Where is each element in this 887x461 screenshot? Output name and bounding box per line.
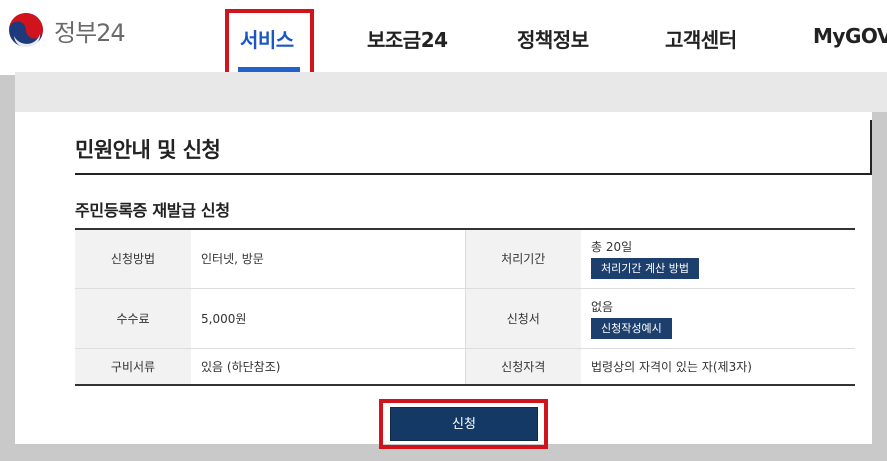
processing-period-calc-button[interactable]: 처리기간 계산 방법 (591, 258, 699, 280)
service-info-table: 신청방법 인터넷, 방문 처리기간 총 20일 처리기간 계산 방법 수수료 5… (75, 228, 855, 386)
sub-navigation-bar (15, 72, 887, 112)
page-title: 민원안내 및 신청 (75, 138, 221, 162)
table-cell: 인터넷, 방문 (191, 229, 465, 289)
content-panel: 민원안내 및 신청 주민등록증 재발급 신청 신청방법 인터넷, 방문 처리기간… (15, 112, 872, 449)
table-cell: 있음 (하단참조) (201, 359, 281, 374)
taegeuk-logo-icon (6, 10, 46, 50)
apply-highlight-box (379, 399, 548, 449)
table-header-cell: 수수료 (75, 288, 191, 349)
processing-period-text: 총 20일 (591, 240, 633, 255)
nav-mygov[interactable]: MyGOV (813, 24, 887, 48)
application-form-text: 없음 (591, 299, 614, 314)
table-row: 신청방법 인터넷, 방문 처리기간 총 20일 처리기간 계산 방법 (75, 229, 855, 289)
panel-edge-line (870, 120, 872, 173)
nav-customer-center[interactable]: 고객센터 (665, 24, 737, 53)
table-cell: 총 20일 처리기간 계산 방법 (581, 229, 855, 289)
nav-policy-info[interactable]: 정책정보 (517, 24, 589, 53)
table-row: 수수료 5,000원 신청서 없음 신청작성예시 (75, 288, 855, 349)
site-header: 정부24 서비스 보조금24 정책정보 고객센터 MyGOV (0, 0, 887, 82)
table-header-cell: 처리기간 (464, 229, 581, 289)
nav-subsidy24[interactable]: 보조금24 (367, 24, 448, 53)
service-title: 주민등록증 재발급 신청 (75, 201, 230, 220)
table-cell: 법령상의 자격이 있는 자(제3자) (591, 359, 752, 374)
table-header-cell: 신청방법 (75, 229, 191, 289)
table-header-cell: 신청자격 (464, 348, 581, 385)
title-divider (75, 173, 872, 175)
gov24-logo[interactable]: 정부24 (6, 10, 126, 50)
table-header-cell: 신청서 (464, 288, 581, 349)
table-row: 구비서류 있음 (하단참조) 신청자격 법령상의 자격이 있는 자(제3자) (75, 348, 855, 385)
table-header-cell: 구비서류 (75, 348, 191, 385)
table-cell: 5,000원 (191, 288, 465, 349)
logo-text: 정부24 (54, 18, 126, 47)
application-example-button[interactable]: 신청작성예시 (591, 317, 672, 339)
table-cell: 없음 신청작성예시 (581, 288, 855, 349)
